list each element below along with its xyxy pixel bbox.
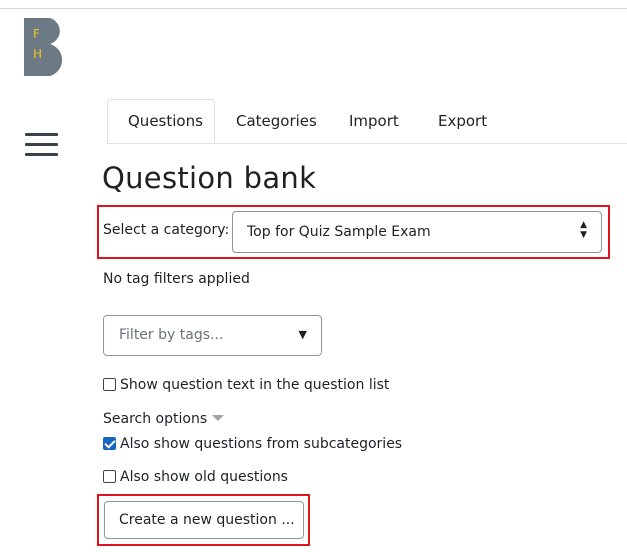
logo-letter-top: F <box>33 27 40 41</box>
page-title: Question bank <box>102 161 317 195</box>
show-question-text-option[interactable]: Show question text in the question list <box>103 377 389 393</box>
subcategories-option[interactable]: Also show questions from subcategories <box>103 436 402 452</box>
category-select[interactable]: Top for Quiz Sample Exam ▲ ▼ <box>232 211 602 253</box>
top-divider <box>0 8 627 9</box>
create-question-button[interactable]: Create a new question ... <box>104 501 304 539</box>
logo-letter-bottom: H <box>33 47 43 61</box>
tag-filter-placeholder: Filter by tags... <box>119 327 224 343</box>
tab-import[interactable]: Import <box>349 99 399 143</box>
expand-triangle-icon <box>212 415 225 421</box>
logo-shape <box>24 18 62 76</box>
old-questions-option[interactable]: Also show old questions <box>103 469 288 485</box>
category-label: Select a category: <box>103 222 230 238</box>
old-questions-checkbox[interactable] <box>103 470 116 483</box>
category-selected-value: Top for Quiz Sample Exam <box>247 224 431 240</box>
show-question-text-checkbox[interactable] <box>103 378 116 391</box>
subcategories-checkbox[interactable] <box>103 437 116 450</box>
search-options-label: Search options <box>103 411 208 427</box>
tab-categories[interactable]: Categories <box>236 99 317 143</box>
old-questions-label: Also show old questions <box>120 469 288 485</box>
show-question-text-label: Show question text in the question list <box>120 377 390 393</box>
menu-icon[interactable] <box>25 133 58 157</box>
tag-filter-status: No tag filters applied <box>103 271 250 287</box>
institution-logo[interactable]: F H <box>24 18 62 76</box>
tag-filter-dropdown[interactable]: Filter by tags... ▼ <box>103 315 322 356</box>
subcategories-label: Also show questions from subcategories <box>120 436 403 452</box>
tab-questions[interactable]: Questions <box>107 99 215 143</box>
search-options-toggle[interactable]: Search options <box>103 411 225 427</box>
caret-down-icon: ▼ <box>298 328 307 341</box>
tab-export[interactable]: Export <box>438 99 487 143</box>
question-bank-tabs: Questions Categories Import Export <box>107 99 627 144</box>
